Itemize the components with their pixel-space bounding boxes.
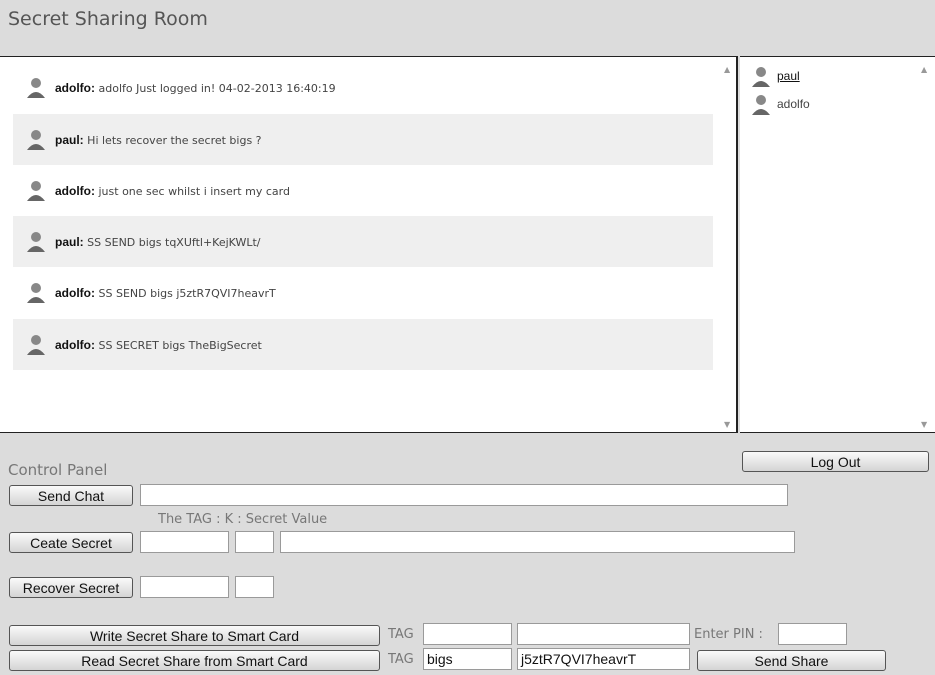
user-avatar-icon [27, 232, 45, 252]
read-smart-card-button[interactable]: Read Secret Share from Smart Card [9, 650, 380, 671]
scroll-up-arrow[interactable]: ▲ [921, 65, 927, 74]
pin-label: Enter PIN : [694, 627, 763, 642]
message-text: just one sec whilst i insert my card [98, 185, 290, 198]
chat-message: adolfo: adolfo Just logged in! 04-02-201… [13, 62, 713, 113]
pin-input[interactable] [778, 623, 847, 645]
scroll-up-arrow[interactable]: ▲ [724, 65, 730, 74]
chat-message: paul: Hi lets recover the secret bigs ? [13, 114, 713, 165]
write-tag-label: TAG [388, 627, 414, 642]
message-user: adolfo: [55, 81, 95, 95]
message-user: adolfo: [55, 184, 95, 198]
message-user: paul: [55, 133, 84, 147]
page-title: Secret Sharing Room [8, 8, 208, 30]
secret-format-hint: The TAG : K : Secret Value [158, 512, 328, 527]
user-avatar-icon [752, 67, 770, 87]
message-text: SS SEND bigs j5ztR7QVI7heavrT [98, 287, 276, 300]
read-tag-input[interactable]: bigs [423, 648, 512, 670]
user-name[interactable]: paul [777, 69, 800, 83]
user-avatar-icon [27, 78, 45, 98]
control-panel-heading: Control Panel [8, 461, 108, 479]
user-avatar-icon [27, 335, 45, 355]
user-avatar-icon [27, 283, 45, 303]
user-avatar-icon [27, 181, 45, 201]
create-secret-value-input[interactable] [280, 531, 795, 553]
chat-message: paul: SS SEND bigs tqXUftl+KejKWLt/ [13, 216, 713, 267]
scroll-down-arrow[interactable]: ▼ [724, 420, 730, 429]
write-share-input[interactable] [517, 623, 690, 645]
message-text: SS SECRET bigs TheBigSecret [98, 339, 262, 352]
recover-secret-button[interactable]: Recover Secret [9, 577, 133, 598]
message-user: adolfo: [55, 338, 95, 352]
message-user: adolfo: [55, 286, 95, 300]
send-chat-button[interactable]: Send Chat [9, 485, 133, 506]
scroll-down-arrow[interactable]: ▼ [921, 420, 927, 429]
chat-message: adolfo: SS SECRET bigs TheBigSecret [13, 319, 713, 370]
create-tag-input[interactable] [140, 531, 229, 553]
chat-panel[interactable]: adolfo: adolfo Just logged in! 04-02-201… [0, 56, 738, 433]
write-smart-card-button[interactable]: Write Secret Share to Smart Card [9, 625, 380, 646]
chat-message: adolfo: just one sec whilst i insert my … [13, 165, 713, 216]
send-share-button[interactable]: Send Share [697, 650, 886, 671]
message-text: adolfo Just logged in! 04-02-2013 16:40:… [98, 82, 336, 95]
message-text: SS SEND bigs tqXUftl+KejKWLt/ [87, 236, 261, 249]
logout-button[interactable]: Log Out [742, 451, 929, 472]
user-list-panel[interactable]: paul adolfo ▲ ▼ [740, 56, 935, 433]
recover-tag-input[interactable] [140, 576, 229, 598]
create-secret-button[interactable]: Ceate Secret [9, 532, 133, 553]
read-share-input[interactable]: j5ztR7QVI7heavrT [517, 648, 690, 670]
create-k-input[interactable] [235, 531, 274, 553]
message-text: Hi lets recover the secret bigs ? [87, 134, 262, 147]
read-tag-label: TAG [388, 652, 414, 667]
user-name: adolfo [777, 97, 810, 111]
message-user: paul: [55, 235, 84, 249]
recover-k-input[interactable] [235, 576, 274, 598]
chat-input[interactable] [140, 484, 788, 506]
write-tag-input[interactable] [423, 623, 512, 645]
chat-message: adolfo: SS SEND bigs j5ztR7QVI7heavrT [13, 267, 713, 318]
user-avatar-icon [752, 95, 770, 115]
user-avatar-icon [27, 130, 45, 150]
